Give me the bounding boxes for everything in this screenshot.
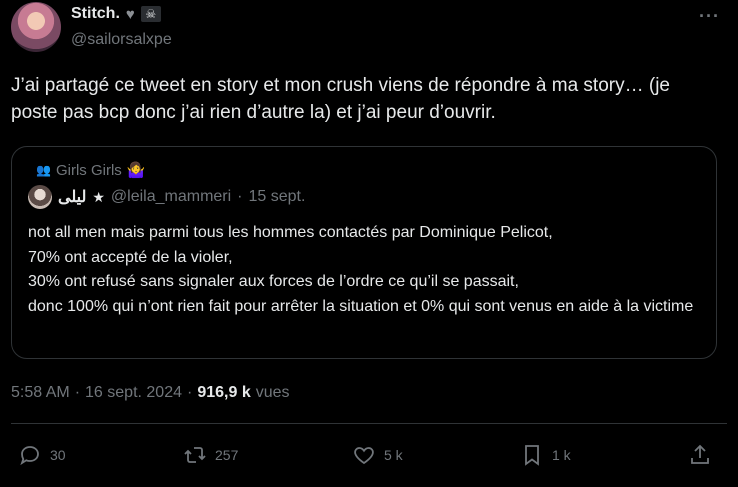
reply-icon [20, 446, 39, 466]
community-name[interactable]: Girls Girls [56, 162, 122, 179]
display-name[interactable]: Stitch. [71, 5, 120, 23]
avatar[interactable] [11, 2, 61, 52]
retweet-icon [184, 447, 206, 463]
quote-handle[interactable]: @leila_mammeri [111, 188, 231, 206]
author-name-row: Stitch. ♥ ☠ [71, 5, 161, 23]
divider [11, 423, 727, 424]
quoted-tweet[interactable]: 👥 Girls Girls 🤷‍♀️ ليلى ★ @leila_mammeri… [11, 146, 717, 359]
share-button[interactable] [688, 443, 712, 467]
more-options-icon[interactable]: ··· [699, 6, 720, 27]
action-bar: 30 257 5 k 1 k [0, 437, 738, 477]
quote-date[interactable]: 15 sept. [249, 188, 306, 206]
people-icon: 👥 [36, 163, 51, 177]
tweet-time[interactable]: 5:58 AM [11, 384, 70, 402]
quote-display-name[interactable]: ليلى [58, 187, 86, 207]
bookmark-icon [525, 445, 539, 466]
like-count: 5 k [384, 447, 403, 463]
separator-dot: · [74, 384, 81, 401]
share-icon [691, 444, 709, 464]
views-count: 916,9 k [197, 384, 251, 401]
retweet-button[interactable]: 257 [183, 443, 238, 467]
heart-icon: ♥ [125, 5, 135, 23]
community-row: 👥 Girls Girls 🤷‍♀️ [36, 161, 146, 180]
quote-line: not all men mais parmi tous les hommes c… [28, 224, 553, 241]
heart-outline-icon [354, 447, 374, 465]
quote-avatar[interactable] [28, 185, 52, 209]
shrug-emoji-icon: 🤷‍♀️ [126, 162, 146, 179]
reply-button[interactable]: 30 [18, 443, 66, 467]
tweet-text: J’ai partagé ce tweet en story et mon cr… [11, 75, 670, 123]
quote-author-row: ليلى ★ @leila_mammeri · 15 sept. [28, 185, 305, 209]
author-handle[interactable]: @sailorsalxpe [71, 31, 172, 49]
bookmark-button[interactable]: 1 k [520, 443, 571, 467]
quote-text: not all men mais parmi tous les hommes c… [28, 221, 708, 319]
bookmark-count: 1 k [552, 447, 571, 463]
skull-icon: ☠ [140, 6, 161, 22]
views-label: vues [255, 384, 290, 401]
separator-dot: · [187, 384, 193, 401]
star-icon: ★ [92, 188, 105, 205]
tweet-meta: 5:58 AM · 16 sept. 2024 · 916,9 k vues [11, 384, 290, 402]
retweet-count: 257 [215, 447, 239, 463]
quote-line: 30% ont refusé sans signaler aux forces … [28, 273, 519, 290]
separator-dot: · [237, 188, 243, 205]
quote-line: 70% ont accepté de la violer, [28, 248, 233, 266]
reply-count: 30 [50, 447, 66, 463]
like-button[interactable]: 5 k [352, 443, 403, 467]
quote-line: donc 100% qui n’ont rien fait pour arrêt… [28, 297, 694, 315]
tweet-date[interactable]: 16 sept. 2024 [85, 384, 182, 402]
